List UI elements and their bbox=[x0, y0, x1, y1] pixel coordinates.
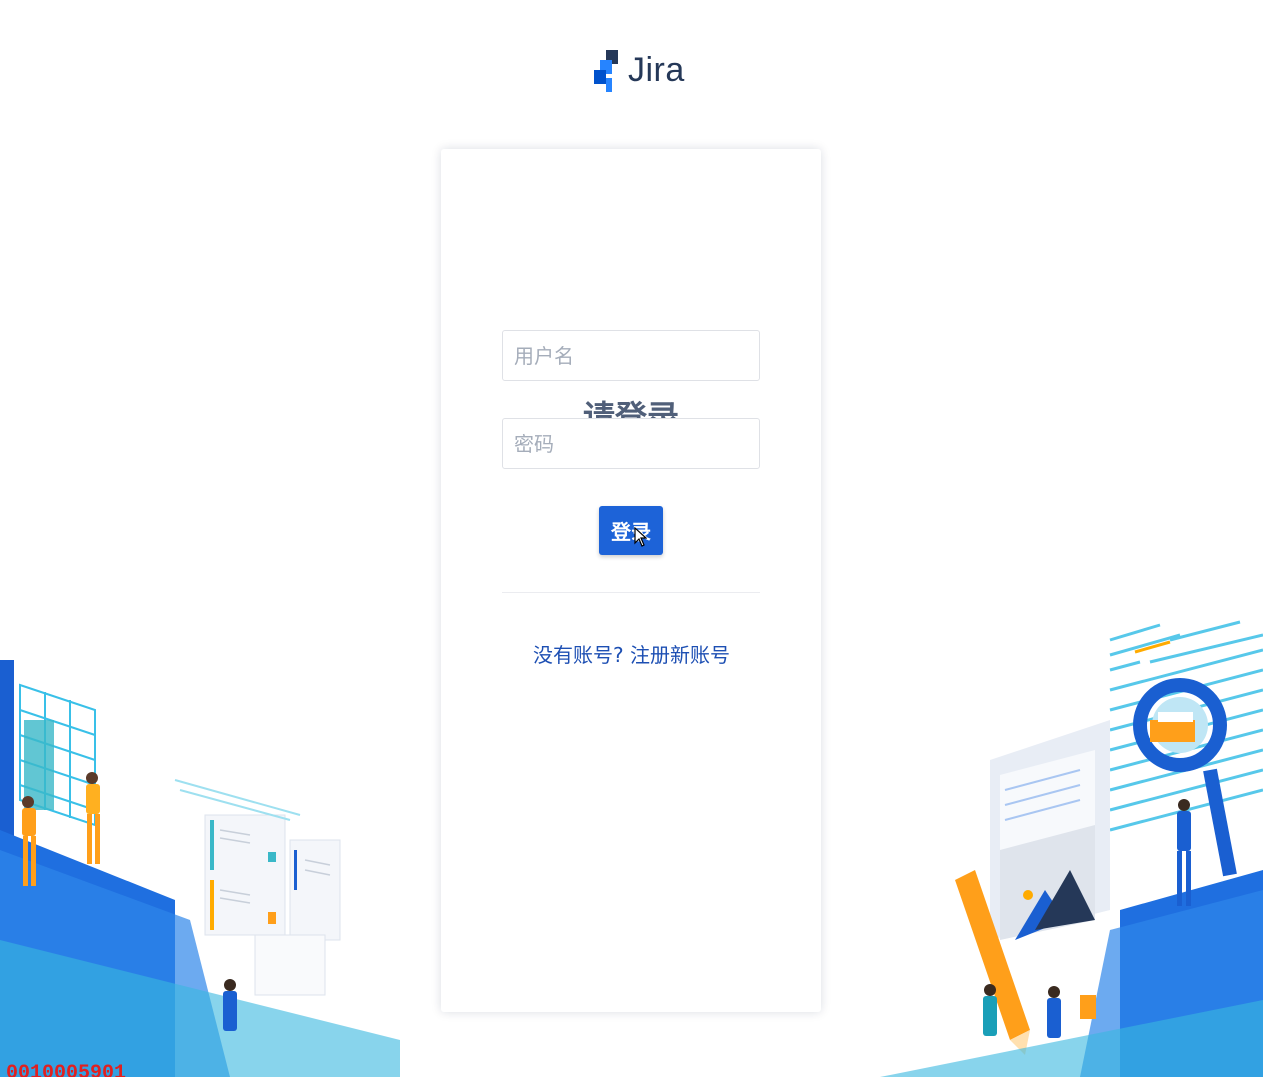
jira-logo-icon bbox=[594, 50, 618, 92]
password-input[interactable] bbox=[502, 418, 760, 469]
right-illustration bbox=[880, 620, 1263, 1077]
watermark-text: 0010005901 bbox=[6, 1062, 127, 1077]
login-button[interactable]: 登录 bbox=[599, 506, 663, 555]
jira-logo-text: Jira bbox=[628, 50, 685, 89]
jira-logo: Jira bbox=[592, 46, 685, 94]
pointer-cursor-icon bbox=[634, 527, 647, 547]
register-link[interactable]: 没有账号? 注册新账号 bbox=[0, 639, 1263, 668]
divider bbox=[502, 592, 760, 593]
login-card: 请登录 bbox=[441, 149, 821, 1012]
username-input[interactable] bbox=[502, 330, 760, 381]
left-illustration bbox=[0, 660, 400, 1077]
